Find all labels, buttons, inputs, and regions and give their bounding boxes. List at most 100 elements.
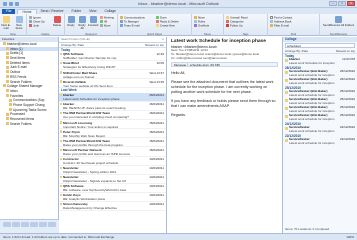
folder-icon	[6, 75, 9, 79]
message-row[interactable]: Ricardo DeWeb Wed 13:35 Your frame website…	[59, 79, 166, 89]
forward-button[interactable]: Forward	[88, 16, 98, 27]
envelope-icon	[284, 91, 288, 95]
sort-order-label[interactable]: Newest on top	[145, 43, 164, 47]
zoom-level[interactable]: 100%	[346, 234, 354, 240]
collage-item[interactable]: ServiceDesker 24/12/2010 Latest work sched…	[283, 125, 357, 134]
filter-email-button[interactable]: Filter E-mail	[270, 23, 289, 28]
message-body: Hello All, Please see the attached docum…	[171, 71, 278, 119]
more-button[interactable]: More	[100, 23, 110, 28]
envelope-icon	[284, 139, 288, 143]
message-row[interactable]: Contractor 14/04/2011 Contract: 40 hour/we…	[59, 157, 166, 166]
arrange-by-label[interactable]: Arrange By: Date	[61, 43, 84, 47]
delete-button[interactable]: Delete	[52, 16, 62, 27]
message-subject-preview: Data Management by Change Effective	[63, 206, 117, 211]
envelope-icon	[284, 115, 288, 119]
notes-module-icon[interactable]	[38, 221, 47, 227]
folder-icon	[6, 56, 9, 60]
message-tab[interactable]: Message	[174, 63, 186, 66]
message-date: 16/04/2011	[149, 111, 164, 116]
folder-icon	[6, 70, 9, 74]
collage-item-date: 24/12/2010	[339, 125, 355, 130]
message-row[interactable]: bbarker 16/04/2011 RE: HEADS UP: dates pas…	[59, 102, 166, 112]
message-row[interactable]: Newsletter 14/04/2011 Clippit Newsletter -…	[59, 166, 166, 175]
collage-item[interactable]: ServiceDesker 22/12/2010 Latest work sched…	[283, 138, 357, 146]
search-icon[interactable]: ⌕	[162, 37, 164, 41]
message-row[interactable]: Kelvin Keys 13/04/2011 RE: Analytic Workst…	[59, 193, 166, 202]
search-input[interactable]	[61, 37, 141, 42]
collage-item[interactable]: ServiceDesker (Bob Baker) 25/12/2010 Lates…	[283, 113, 357, 122]
envelope-icon	[59, 62, 63, 65]
envelope-icon	[284, 107, 288, 111]
minimize-button[interactable]: –	[329, 1, 337, 6]
collage-item[interactable]: bbarker 12:03 PM Latest work Schedule for …	[283, 56, 357, 66]
body-paragraph: If you have any feedback or builds pleas…	[171, 99, 276, 108]
message-date: 12:49	[156, 52, 164, 57]
message-subject-preview: Raise your profile and stand as an ISPD …	[63, 151, 131, 156]
message-row[interactable]: The IBM PartnerWorld EW Team 15/04/2011 Ra…	[59, 138, 166, 148]
message-row[interactable]: QBS Software 13/04/2011 RE: software, new …	[59, 184, 166, 193]
message-row[interactable]: Simon Kanevsky 13/04/2011 Data Management …	[59, 202, 166, 212]
folder-icon	[6, 89, 9, 93]
delete-icon	[53, 16, 61, 23]
collage-search-input[interactable]: scheduled	[285, 43, 355, 48]
message-row[interactable]: bbarker 26/04/2011 Latest work Schedule fo…	[59, 92, 166, 102]
message-date: 10:05	[156, 61, 164, 66]
send-receive-icon	[335, 16, 342, 23]
collage-item[interactable]: ServiceDesker (Bob Baker) 26/12/2010 Lates…	[283, 77, 357, 86]
mail-module-icon[interactable]	[2, 221, 11, 227]
attachment-bar[interactable]: Message │ schedule.docx (19 KB)	[171, 61, 278, 67]
collage-groups: Today bbarker 12:03 PM Latest work Schedule…	[283, 54, 357, 147]
message-row[interactable]: Microsoft Partner Network 15/04/2011 Raise…	[59, 147, 166, 157]
calendar-module-icon[interactable]	[11, 221, 20, 227]
junk-icon	[29, 23, 32, 27]
onenote-button[interactable]: OneNote	[194, 23, 209, 28]
window-controls: – □ ✕	[329, 1, 355, 6]
nav-folder-item[interactable]: Search Folders	[0, 122, 58, 127]
folder-module-icon[interactable]	[47, 221, 56, 227]
junk-button[interactable]: Junk	[29, 23, 39, 28]
envelope-icon	[284, 99, 288, 103]
message-row[interactable]: Peter Flynn 15/04/2011 RE: Monthly Web Sca…	[59, 129, 166, 139]
message-row[interactable]: Newsletter 14/04/2011 Clippit Newsletter -…	[59, 175, 166, 184]
create-new-step[interactable]: Create New	[156, 23, 175, 28]
message-row[interactable]: SmartBrief 10:05 Strategies for Effectivel…	[59, 61, 166, 71]
new-email-button[interactable]: New E-mail	[1, 16, 11, 30]
collage-item-date: 26/12/2010	[339, 68, 355, 73]
send-receive-all-button[interactable]: Send/Receive All Folders	[322, 16, 355, 27]
status-bar: Items: 1,524 Unread: 1 All folders are u…	[0, 233, 357, 240]
envelope-icon	[59, 157, 63, 160]
folder-icon	[6, 112, 9, 116]
tasks-module-icon[interactable]	[29, 221, 38, 227]
envelope-icon	[284, 127, 288, 131]
message-subject-preview: Raise your profile through the beta prog…	[63, 142, 123, 147]
message-row[interactable]: QBS Software 12:49 SciBuilder. Get Charter…	[59, 52, 166, 62]
envelope-icon	[59, 185, 63, 188]
new-items-button[interactable]: New Items	[14, 16, 24, 30]
search-icon	[270, 15, 273, 19]
envelope-icon	[59, 175, 63, 179]
team-email-step[interactable]: Team E-mail	[120, 23, 140, 28]
group-find: Find a Contact Address Book Filter E-mai…	[268, 14, 320, 36]
envelope-icon	[59, 112, 63, 115]
follow-up-button[interactable]: Follow Up	[226, 23, 242, 28]
reply-button[interactable]: Reply	[66, 16, 76, 27]
folder-icon	[3, 42, 6, 46]
envelope-icon	[284, 70, 288, 74]
close-button[interactable]: ✕	[347, 1, 355, 6]
lightning-icon	[156, 23, 159, 27]
folder-icon	[6, 79, 9, 83]
message-row[interactable]: The IBM PartnerWorld EW Team 16/04/2011 Ar…	[59, 111, 166, 121]
envelope-icon	[59, 148, 63, 151]
message-row[interactable]: Microsoft Licensing 15/04/2011 Important N…	[59, 120, 166, 130]
collage-item-date: 12:03 PM	[342, 56, 355, 61]
message-subject-preview: RE: Monthly Web Scan Report	[63, 133, 106, 138]
flag-icon	[226, 23, 229, 27]
attachment-file[interactable]: schedule.docx (19 KB)	[190, 63, 220, 66]
maximize-button[interactable]: □	[338, 1, 346, 6]
reply-icon	[67, 16, 75, 23]
contacts-module-icon[interactable]	[20, 221, 29, 227]
message-row[interactable]: SUDoFinder Mail Share Wed 13:37 collage.co…	[59, 70, 166, 80]
envelope-icon	[59, 194, 63, 197]
group-move: Move Rules OneNote Move	[192, 14, 224, 36]
reply-all-button[interactable]: Reply All	[77, 16, 87, 30]
